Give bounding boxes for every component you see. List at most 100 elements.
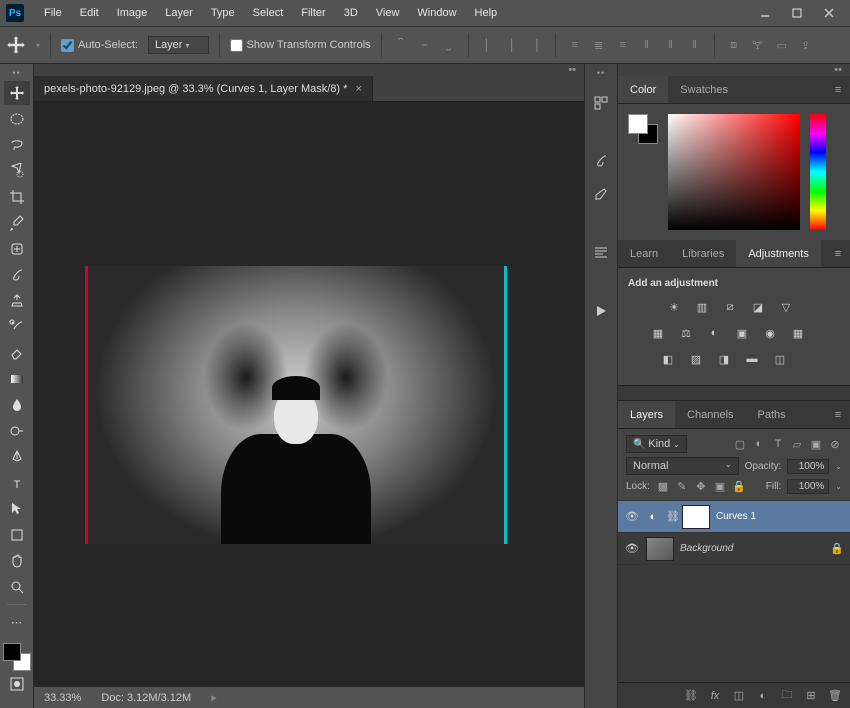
panel-menu-icon[interactable]: ≡ bbox=[826, 76, 850, 103]
collapse-handle[interactable]: •• bbox=[588, 68, 614, 80]
edit-toolbar[interactable]: ⋯ bbox=[4, 610, 30, 634]
color-tab[interactable]: Color bbox=[618, 76, 668, 103]
panel-menu-icon[interactable]: ≡ bbox=[826, 240, 850, 267]
visibility-toggle[interactable]: 👁 bbox=[624, 542, 640, 555]
levels-icon[interactable]: ▥ bbox=[692, 297, 712, 317]
menu-edit[interactable]: Edit bbox=[72, 3, 107, 23]
menu-layer[interactable]: Layer bbox=[157, 3, 201, 23]
zoom-tool[interactable] bbox=[4, 575, 30, 599]
brush-tool[interactable] bbox=[4, 263, 30, 287]
status-arrow-icon[interactable]: ▸ bbox=[211, 691, 217, 704]
play-panel-icon[interactable] bbox=[590, 300, 612, 322]
invert-icon[interactable]: ◧ bbox=[658, 349, 678, 369]
zoom-status[interactable]: 33.33% bbox=[44, 692, 81, 704]
canvas[interactable] bbox=[34, 102, 584, 686]
dist-left-icon[interactable]: ‖ bbox=[638, 36, 656, 54]
vibrance-icon[interactable]: ▽ bbox=[776, 297, 796, 317]
lock-all-icon[interactable]: 🔒 bbox=[732, 480, 746, 494]
dist-hcenter-icon[interactable]: ‖ bbox=[662, 36, 680, 54]
panel-fg-swatch[interactable] bbox=[628, 114, 648, 134]
layers-tab[interactable]: Layers bbox=[618, 401, 675, 428]
mask-thumbnail[interactable] bbox=[682, 505, 710, 529]
layer-thumbnail[interactable] bbox=[646, 537, 674, 561]
hand-tool[interactable] bbox=[4, 549, 30, 573]
menu-select[interactable]: Select bbox=[245, 3, 292, 23]
auto-select-input[interactable] bbox=[61, 39, 74, 52]
menu-3d[interactable]: 3D bbox=[336, 3, 366, 23]
close-tab-button[interactable]: × bbox=[355, 83, 361, 95]
auto-select-checkbox[interactable]: Auto-Select: bbox=[61, 39, 138, 52]
dist-right-icon[interactable]: ‖ bbox=[686, 36, 704, 54]
lock-position-icon[interactable]: ✥ bbox=[694, 480, 708, 494]
share-icon[interactable]: ⇪ bbox=[797, 36, 815, 54]
blur-tool[interactable] bbox=[4, 393, 30, 417]
filter-smart-icon[interactable]: ▣ bbox=[809, 437, 823, 451]
layer-row[interactable]: 👁 ◐ ⛓ Curves 1 bbox=[618, 501, 850, 533]
align-top-icon[interactable]: ⎴ bbox=[392, 36, 410, 54]
brush-settings-icon[interactable] bbox=[590, 184, 612, 206]
posterize-icon[interactable]: ▨ bbox=[686, 349, 706, 369]
shape-tool[interactable] bbox=[4, 523, 30, 547]
search-icon[interactable]: 🝖 bbox=[749, 36, 767, 54]
gradient-map-icon[interactable]: ▬ bbox=[742, 349, 762, 369]
dist-vcenter-icon[interactable]: ≣ bbox=[590, 36, 608, 54]
gradient-tool[interactable] bbox=[4, 367, 30, 391]
menu-help[interactable]: Help bbox=[467, 3, 506, 23]
align-bottom-icon[interactable]: ⎵ bbox=[440, 36, 458, 54]
menu-image[interactable]: Image bbox=[109, 3, 156, 23]
workspace-icon[interactable]: ▭ bbox=[773, 36, 791, 54]
color-lookup-icon[interactable]: ▦ bbox=[788, 323, 808, 343]
link-layers-icon[interactable]: ⛓ bbox=[684, 689, 698, 703]
collapse-handle[interactable]: •• bbox=[4, 68, 30, 80]
lock-icon[interactable]: 🔒 bbox=[830, 542, 844, 555]
curves-icon[interactable]: ⧄ bbox=[720, 297, 740, 317]
panel-color-swatches[interactable] bbox=[628, 114, 658, 144]
pen-tool[interactable] bbox=[4, 445, 30, 469]
tabstrip-collapse[interactable]: •• bbox=[34, 64, 584, 76]
doc-info[interactable]: Doc: 3.12M/3.12M bbox=[101, 692, 191, 704]
color-field[interactable] bbox=[668, 114, 800, 230]
filter-kind-select[interactable]: 🔍 Kind ⌄ bbox=[626, 435, 687, 453]
learn-tab[interactable]: Learn bbox=[618, 240, 670, 267]
history-brush-tool[interactable] bbox=[4, 315, 30, 339]
menu-file[interactable]: File bbox=[36, 3, 70, 23]
auto-select-target[interactable]: Layer ▾ bbox=[148, 36, 209, 54]
menu-filter[interactable]: Filter bbox=[293, 3, 333, 23]
lock-artboard-icon[interactable]: ▣ bbox=[713, 480, 727, 494]
libraries-tab[interactable]: Libraries bbox=[670, 240, 736, 267]
align-vcenter-icon[interactable]: ⎯ bbox=[416, 36, 434, 54]
show-transform-checkbox[interactable]: Show Transform Controls bbox=[230, 39, 371, 52]
history-panel-icon[interactable] bbox=[590, 92, 612, 114]
filter-toggle-icon[interactable]: ⊘ bbox=[828, 437, 842, 451]
channel-mixer-icon[interactable]: ◉ bbox=[760, 323, 780, 343]
bw-icon[interactable]: ◐ bbox=[704, 323, 724, 343]
dist-top-icon[interactable]: ≡ bbox=[566, 36, 584, 54]
filter-shape-icon[interactable]: ▱ bbox=[790, 437, 804, 451]
foreground-color-swatch[interactable] bbox=[3, 643, 21, 661]
layer-row[interactable]: 👁 Background 🔒 bbox=[618, 533, 850, 565]
brightness-icon[interactable]: ☀ bbox=[664, 297, 684, 317]
panel-menu-icon[interactable]: ≡ bbox=[826, 401, 850, 428]
close-button[interactable] bbox=[818, 5, 840, 21]
new-adjustment-icon[interactable]: ◐ bbox=[756, 689, 770, 703]
filter-type-icon[interactable]: T bbox=[771, 437, 785, 451]
layer-fx-icon[interactable]: fx bbox=[708, 689, 722, 703]
align-hcenter-icon[interactable]: ⎪ bbox=[503, 36, 521, 54]
marquee-tool[interactable] bbox=[4, 107, 30, 131]
lock-transparent-icon[interactable]: ▩ bbox=[656, 480, 670, 494]
show-transform-input[interactable] bbox=[230, 39, 243, 52]
new-group-icon[interactable]: 🗀 bbox=[780, 689, 794, 703]
menu-view[interactable]: View bbox=[368, 3, 408, 23]
hue-slider[interactable] bbox=[810, 114, 826, 230]
exposure-icon[interactable]: ◪ bbox=[748, 297, 768, 317]
type-tool[interactable]: T bbox=[4, 471, 30, 495]
move-tool[interactable] bbox=[4, 81, 30, 105]
maximize-button[interactable] bbox=[786, 5, 808, 21]
lock-image-icon[interactable]: ✎ bbox=[675, 480, 689, 494]
filter-adjust-icon[interactable]: ◐ bbox=[752, 437, 766, 451]
menu-window[interactable]: Window bbox=[409, 3, 464, 23]
filter-pixel-icon[interactable]: ▢ bbox=[733, 437, 747, 451]
layer-name[interactable]: Curves 1 bbox=[716, 511, 756, 522]
fill-input[interactable]: 100% bbox=[787, 479, 829, 494]
eyedropper-tool[interactable] bbox=[4, 211, 30, 235]
